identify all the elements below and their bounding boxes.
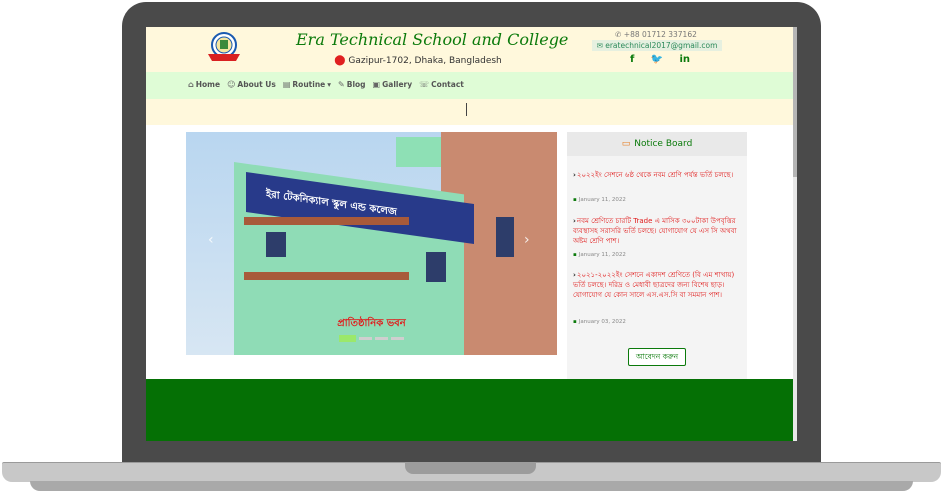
notice-text[interactable]: ২০২১-২০২২ইং সেশনে একাদশ শ্রেণিতে (বি এম … — [573, 271, 734, 299]
chevron-right-icon: › — [573, 171, 576, 179]
home-icon: ⌂ — [188, 80, 194, 89]
nav-item-blog[interactable]: ✎ Blog — [338, 80, 366, 89]
nav-item-routine[interactable]: ▤ Routine ▾ — [283, 80, 331, 89]
chevron-down-icon: ▾ — [327, 80, 332, 89]
notice-text[interactable]: ২০২২ইং সেশনে ৬ষ্ঠ থেকে নবম শ্রেণি পর্যন্… — [577, 171, 733, 179]
notice-item[interactable]: ›২০২১-২০২২ইং সেশনে একাদশ শ্রেণিতে (বি এম… — [573, 270, 741, 300]
laptop-frame: Era Technical School and College ⬤ Gazipu… — [0, 0, 943, 493]
slider-next-arrow[interactable]: › — [524, 232, 530, 248]
file-icon: ▤ — [282, 80, 291, 89]
comment-icon: ▭ — [621, 139, 631, 149]
notice-date-text: January 03, 2022 — [578, 319, 626, 325]
notice-date: ▪ January 03, 2022 — [573, 319, 626, 325]
calendar-icon: ▪ — [573, 252, 577, 258]
screen: Era Technical School and College ⬤ Gazipu… — [146, 27, 797, 441]
nav-label: Gallery — [382, 80, 413, 89]
nav-label: Routine — [292, 80, 326, 89]
chevron-right-icon: › — [573, 271, 576, 279]
slide-caption: প্রাতিষ্ঠানিক ভবন — [337, 318, 406, 329]
slider-indicators — [339, 335, 404, 342]
calendar-icon: ▪ — [573, 319, 577, 325]
slide-balcony — [244, 272, 409, 280]
site-address: ⬤ Gazipur-1702, Dhaka, Bangladesh — [296, 55, 540, 66]
notice-date: ▪ January 11, 2022 — [573, 252, 626, 258]
calendar-icon: ▪ — [573, 197, 577, 203]
apply-button[interactable]: আবেদন করুন — [628, 348, 686, 366]
slide-balcony — [244, 217, 409, 225]
slide-window — [426, 252, 446, 282]
slide-window — [496, 217, 514, 257]
notice-date-text: January 11, 2022 — [578, 252, 626, 258]
nav-item-contact[interactable]: ☏ Contact — [419, 80, 464, 89]
nav-label: Home — [195, 80, 221, 89]
notice-text[interactable]: নবম শ্রেণিতে চারটি Trade এ মাসিক ৩০০টাকা… — [573, 217, 737, 245]
scrollbar[interactable] — [793, 27, 797, 441]
slider-indicator[interactable] — [359, 337, 372, 340]
email-text[interactable]: eratechnical2017@gmail.com — [605, 41, 717, 50]
notice-item[interactable]: ›২০২২ইং সেশনে ৬ষ্ঠ থেকে নবম শ্রেণি পর্যন… — [573, 170, 741, 180]
notice-board-title: Notice Board — [634, 139, 693, 149]
nav-label: Blog — [346, 80, 366, 89]
site-header: Era Technical School and College ⬤ Gazipu… — [146, 27, 793, 72]
slider-prev-arrow[interactable]: ‹ — [208, 232, 214, 248]
phone-info: ✆ +88 01712 337162 — [596, 30, 716, 39]
laptop-base-shadow — [30, 481, 913, 491]
slider-indicator[interactable] — [339, 335, 356, 342]
twitter-icon[interactable]: 🐦 — [651, 54, 663, 65]
slider-indicator[interactable] — [375, 337, 388, 340]
laptop-notch — [405, 462, 536, 474]
school-logo[interactable] — [206, 30, 242, 63]
scrollbar-thumb[interactable] — [793, 27, 797, 177]
phone-text: +88 01712 337162 — [623, 30, 697, 39]
nav-label: About Us — [237, 80, 276, 89]
envelope-icon: ✉ — [596, 41, 606, 50]
map-marker-icon: ⬤ — [334, 55, 346, 66]
notice-board: ▭ Notice Board ›২০২২ইং সেশনে ৬ষ্ঠ থেকে নব… — [567, 132, 747, 379]
social-links: f 🐦 in — [630, 54, 690, 65]
slide-window — [266, 232, 286, 257]
edit-icon: ✎ — [338, 80, 345, 89]
nav-label: Contact — [431, 80, 464, 89]
notice-date: ▪ January 11, 2022 — [573, 197, 626, 203]
address-text: Gazipur-1702, Dhaka, Bangladesh — [348, 56, 502, 66]
ticker-strip — [146, 99, 793, 125]
contact-icon: ☏ — [419, 80, 430, 89]
nav-item-gallery[interactable]: ▣ Gallery — [373, 80, 413, 89]
linkedin-icon[interactable]: in — [679, 54, 690, 65]
nav-list: ⌂ Home ☺ About Us ▤ Routine ▾ ✎ Blog ▣ Gallery… — [188, 80, 464, 89]
image-icon: ▣ — [372, 80, 381, 89]
facebook-icon[interactable]: f — [630, 54, 634, 65]
notice-date-text: January 11, 2022 — [578, 197, 626, 203]
image-slider[interactable]: ইরা টেকনিক্যাল স্কুল এন্ড কলেজ ‹ › প্রাত… — [186, 132, 557, 355]
nav-item-about[interactable]: ☺ About Us — [227, 80, 276, 89]
chevron-right-icon: › — [573, 217, 576, 225]
notice-item[interactable]: ›নবম শ্রেণিতে চারটি Trade এ মাসিক ৩০০টাক… — [573, 216, 741, 246]
slider-indicator[interactable] — [391, 337, 404, 340]
phone-icon: ✆ — [615, 30, 624, 39]
text-cursor — [466, 103, 467, 116]
green-section — [146, 379, 793, 441]
nav-item-home[interactable]: ⌂ Home — [188, 80, 220, 89]
email-info[interactable]: ✉ eratechnical2017@gmail.com — [592, 40, 722, 51]
site-title: Era Technical School and College — [296, 30, 569, 49]
main-navbar: ⌂ Home ☺ About Us ▤ Routine ▾ ✎ Blog ▣ Gallery… — [146, 72, 793, 99]
notice-board-header: ▭ Notice Board — [567, 132, 747, 156]
user-icon: ☺ — [227, 80, 236, 89]
